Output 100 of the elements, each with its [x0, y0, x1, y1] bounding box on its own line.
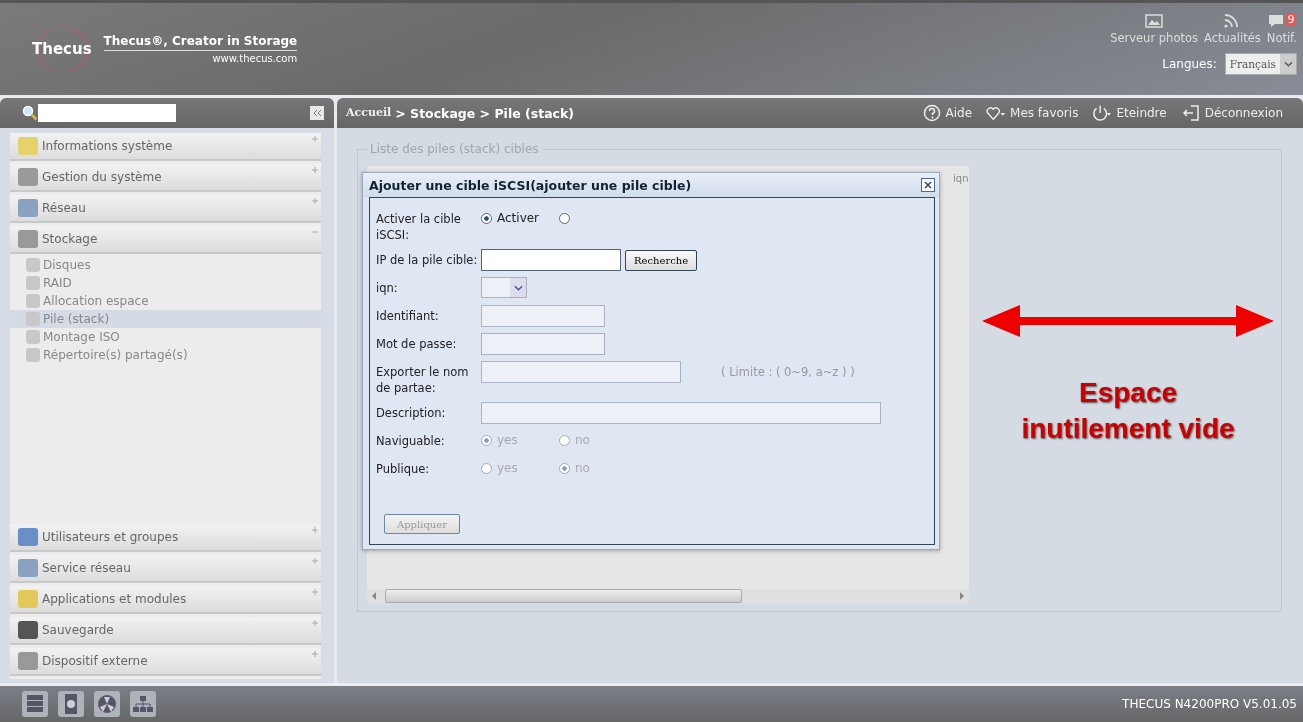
input-field[interactable]	[481, 361, 681, 383]
tree-item[interactable]: Répertoire(s) partagé(s)	[10, 346, 321, 364]
sidebar-section[interactable]: Utilisateurs et groupes	[10, 524, 321, 552]
panel-legend: Liste des piles (stack) cibles	[367, 142, 542, 156]
sidebar-section[interactable]: Applications et modules	[10, 586, 321, 614]
dialog-title: Ajouter une cible iSCSI(ajouter une pile cible)	[369, 177, 692, 193]
sidebar-section[interactable]: Service réseau	[10, 555, 321, 583]
section-icon	[18, 137, 38, 155]
plus-icon	[311, 619, 319, 627]
breadcrumb-path: > Stockage > Pile (stack)	[395, 105, 574, 121]
field-label: Naviguable:	[376, 433, 446, 449]
item-icon	[26, 276, 40, 290]
plus-icon	[311, 650, 319, 658]
server-icon[interactable]	[22, 691, 48, 717]
input-field[interactable]	[481, 305, 605, 327]
shortcut-link[interactable]: Actualités	[1203, 13, 1261, 45]
radio-label: Activer	[497, 211, 540, 225]
exit-icon	[1180, 104, 1201, 122]
help-icon	[921, 104, 942, 122]
item-icon	[26, 348, 40, 362]
radio-label: yes	[497, 461, 518, 475]
section-icon	[18, 199, 38, 217]
breadcrumb-link[interactable]: Accueil	[346, 105, 392, 121]
field-label: Exporter le nom de partae:	[376, 364, 470, 396]
scroll-right-icon[interactable]	[959, 592, 965, 600]
annotation-text: Espace inutilement vide	[1020, 376, 1236, 446]
search-field[interactable]	[38, 104, 176, 122]
caret-icon	[1283, 61, 1293, 67]
logo: Thecus	[30, 26, 94, 72]
iqn-select[interactable]	[481, 277, 527, 298]
tree-item[interactable]: Disques	[10, 256, 321, 274]
sidebar-section[interactable]: Stockage	[10, 226, 321, 254]
input-field[interactable]	[481, 333, 605, 355]
horizontal-scrollbar[interactable]	[367, 589, 969, 603]
hint-text: ( Limite : ( 0~9, a~z ) )	[721, 365, 855, 379]
section-icon	[18, 621, 38, 639]
section-icon	[18, 168, 38, 186]
network-icon[interactable]	[130, 691, 156, 717]
sidebar-section[interactable]: Gestion du système	[10, 164, 321, 192]
speech-bubble-icon	[1267, 13, 1286, 29]
input-field[interactable]	[481, 249, 621, 271]
scroll-left-icon[interactable]	[371, 592, 377, 600]
toolbar-link[interactable]: Aide	[921, 104, 973, 122]
heart-icon	[986, 104, 1007, 122]
shortcut-link[interactable]: Serveur photos	[1110, 13, 1198, 45]
tree-item[interactable]: Pile (stack)	[10, 310, 321, 328]
item-icon	[26, 294, 40, 308]
radio-button[interactable]	[481, 212, 492, 224]
plus-icon	[311, 197, 319, 205]
plus-icon	[311, 526, 319, 534]
radio-label: no	[575, 461, 590, 475]
field-label: Identifiant:	[376, 308, 440, 324]
field-label: Publique:	[376, 461, 431, 477]
picture-icon	[1145, 13, 1164, 29]
field-label: Mot de passe:	[376, 336, 458, 352]
field-label: iqn:	[376, 280, 399, 296]
toolbar-link[interactable]: Eteindre	[1092, 104, 1167, 122]
item-icon	[26, 258, 40, 272]
tree-item[interactable]: Montage ISO	[10, 328, 321, 346]
plus-icon	[311, 588, 319, 596]
section-icon	[18, 528, 38, 546]
plus-icon	[311, 135, 319, 143]
field-label: Description:	[376, 405, 447, 421]
sidebar-section[interactable]: Informations système	[10, 133, 321, 161]
plus-icon	[311, 557, 319, 565]
radio-label: no	[575, 433, 590, 447]
section-icon	[18, 559, 38, 577]
section-icon	[18, 590, 38, 608]
sidebar-section[interactable]: Sauvegarde	[10, 617, 321, 645]
collapse-icon[interactable]	[310, 106, 324, 120]
field-label: IP de la pile cible:	[376, 252, 479, 268]
notification-count: 9	[1285, 13, 1297, 26]
sidebar-section[interactable]: Dispositif externe	[10, 648, 321, 676]
toolbar-link[interactable]: Mes favoris	[986, 104, 1079, 122]
minus-icon	[311, 228, 319, 236]
radio-button[interactable]	[559, 212, 570, 224]
section-icon	[18, 230, 38, 248]
language-label: Langues:	[1162, 57, 1217, 71]
section-icon	[18, 652, 38, 670]
language-select[interactable]: Français	[1224, 53, 1297, 75]
fan-icon[interactable]	[94, 691, 120, 717]
field-label: Activer la cible iSCSI:	[376, 211, 462, 243]
input-field[interactable]	[481, 402, 881, 424]
version-text: THECUS N4200PRO V5.01.05	[1122, 697, 1297, 711]
website-url: www.thecus.com	[212, 53, 298, 64]
search-button[interactable]: Recherche	[625, 249, 698, 271]
column-header[interactable]: iqn	[953, 173, 969, 192]
item-icon	[26, 312, 40, 326]
tagline: Thecus®, Creator in Storage	[103, 34, 298, 51]
item-icon	[26, 330, 40, 344]
sidebar-section[interactable]: Réseau	[10, 195, 321, 223]
caret-icon	[513, 284, 523, 291]
tree-item[interactable]: Allocation espace	[10, 292, 321, 310]
toolbar-link[interactable]: Déconnexion	[1180, 104, 1283, 122]
shortcut-link[interactable]: 9 Notif.	[1266, 13, 1297, 45]
plus-icon	[311, 166, 319, 174]
radio-label: yes	[497, 433, 518, 447]
power-icon	[1092, 104, 1113, 122]
close-icon[interactable]	[921, 178, 935, 192]
tree-item[interactable]: RAID	[10, 274, 321, 292]
